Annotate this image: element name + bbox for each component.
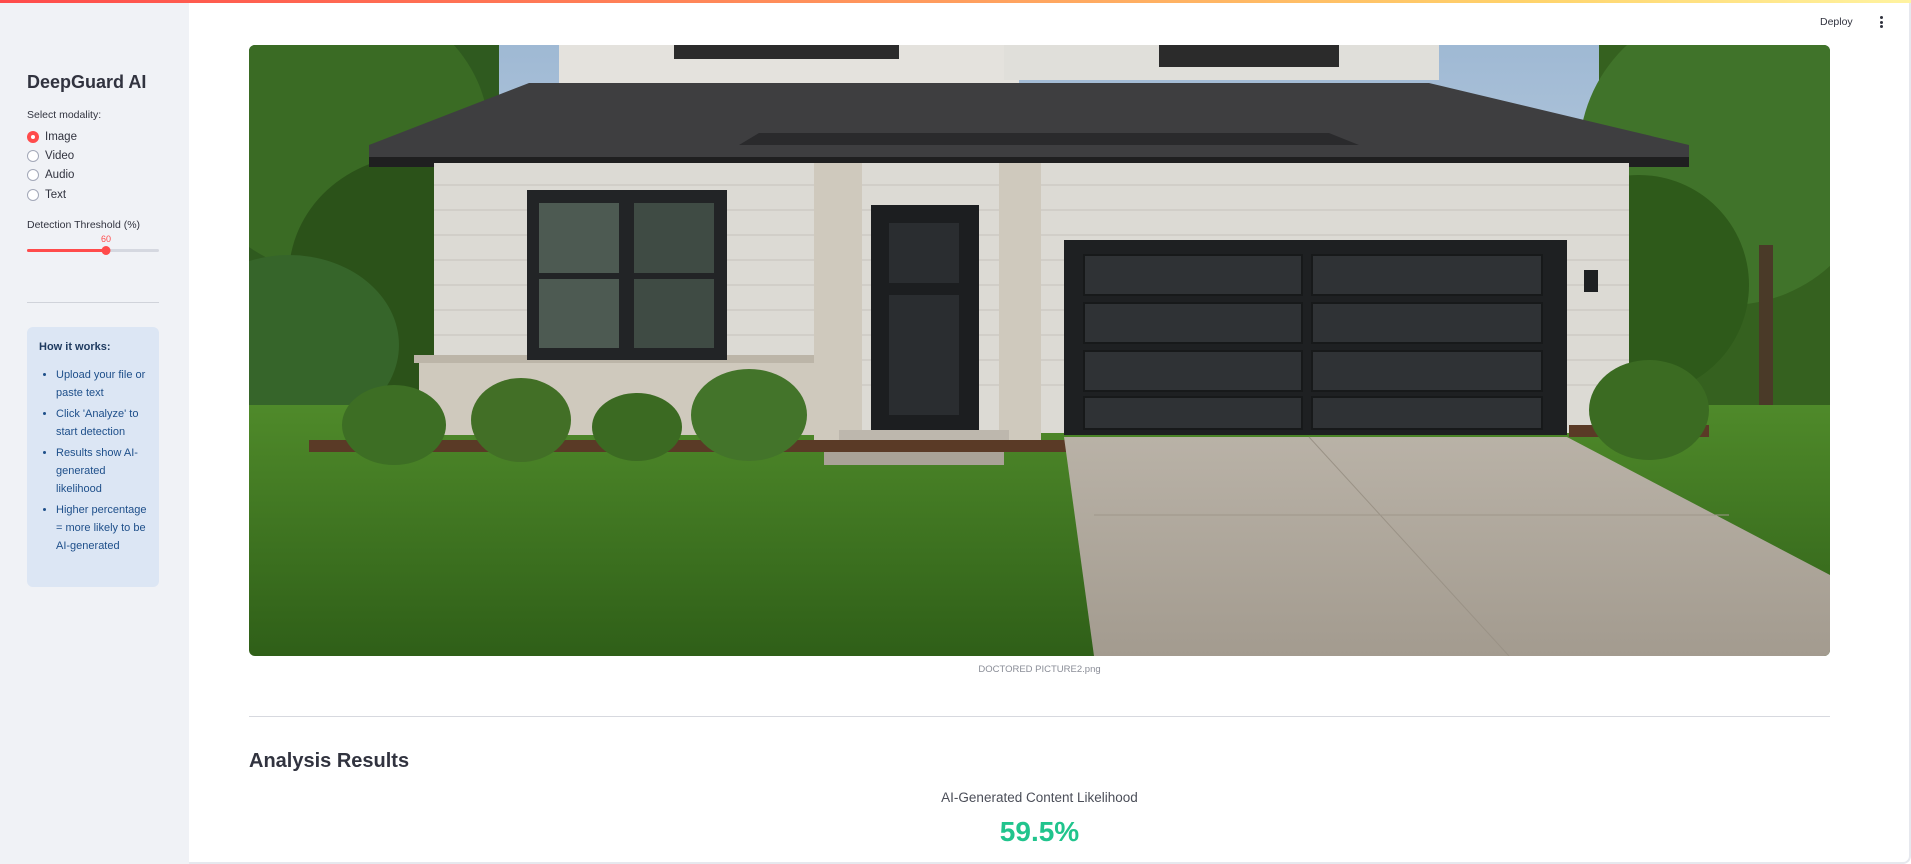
how-it-works-box: How it works: Upload your file or paste …: [27, 327, 159, 587]
sidebar: DeepGuard AI Select modality: Image Vide…: [0, 0, 189, 864]
radio-image[interactable]: Image: [27, 127, 77, 146]
info-list: Upload your file or paste text Click 'An…: [39, 366, 149, 555]
likelihood-value: 59.5%: [999, 816, 1080, 847]
radio-text[interactable]: Text: [27, 185, 77, 204]
slider-track[interactable]: [27, 249, 159, 252]
info-item: Results show AI-generated likelihood: [56, 444, 149, 498]
slider-fill: [27, 249, 106, 252]
threshold-value: 60: [100, 234, 112, 244]
house-photo: [249, 45, 1830, 656]
info-item: Click 'Analyze' to start detection: [56, 405, 149, 441]
app-root: DeepGuard AI Select modality: Image Vide…: [0, 0, 1911, 864]
radio-unselected-icon: [27, 169, 39, 182]
likelihood-label: AI-Generated Content Likelihood: [941, 790, 1138, 805]
image-caption: DOCTORED PICTURE2.png: [978, 664, 1101, 675]
info-item: Higher percentage = more likely to be AI…: [56, 501, 149, 555]
info-item: Upload your file or paste text: [56, 366, 149, 402]
sidebar-title: DeepGuard AI: [27, 72, 147, 92]
modality-radio-group: Image Video Audio Text: [27, 127, 77, 204]
top-decoration-bar: [0, 0, 1911, 3]
radio-video[interactable]: Video: [27, 146, 77, 165]
uploaded-image: [249, 45, 1830, 656]
threshold-slider[interactable]: 60: [27, 232, 159, 256]
deploy-button[interactable]: Deploy: [1820, 16, 1853, 28]
results-title: Analysis Results: [249, 750, 410, 772]
radio-label-image: Image: [45, 130, 77, 143]
radio-label-audio: Audio: [45, 169, 75, 182]
threshold-label: Detection Threshold (%): [27, 219, 141, 231]
modality-label: Select modality:: [27, 109, 102, 121]
radio-audio[interactable]: Audio: [27, 166, 77, 185]
sidebar-divider: [27, 302, 159, 303]
radio-label-video: Video: [45, 149, 75, 162]
radio-label-text: Text: [45, 188, 67, 201]
radio-selected-icon: [27, 130, 39, 143]
kebab-menu-icon[interactable]: [1876, 15, 1886, 29]
slider-thumb[interactable]: [101, 246, 111, 255]
section-divider: [249, 716, 1830, 717]
radio-unselected-icon: [27, 188, 39, 201]
info-title: How it works:: [39, 341, 111, 353]
radio-unselected-icon: [27, 149, 39, 162]
